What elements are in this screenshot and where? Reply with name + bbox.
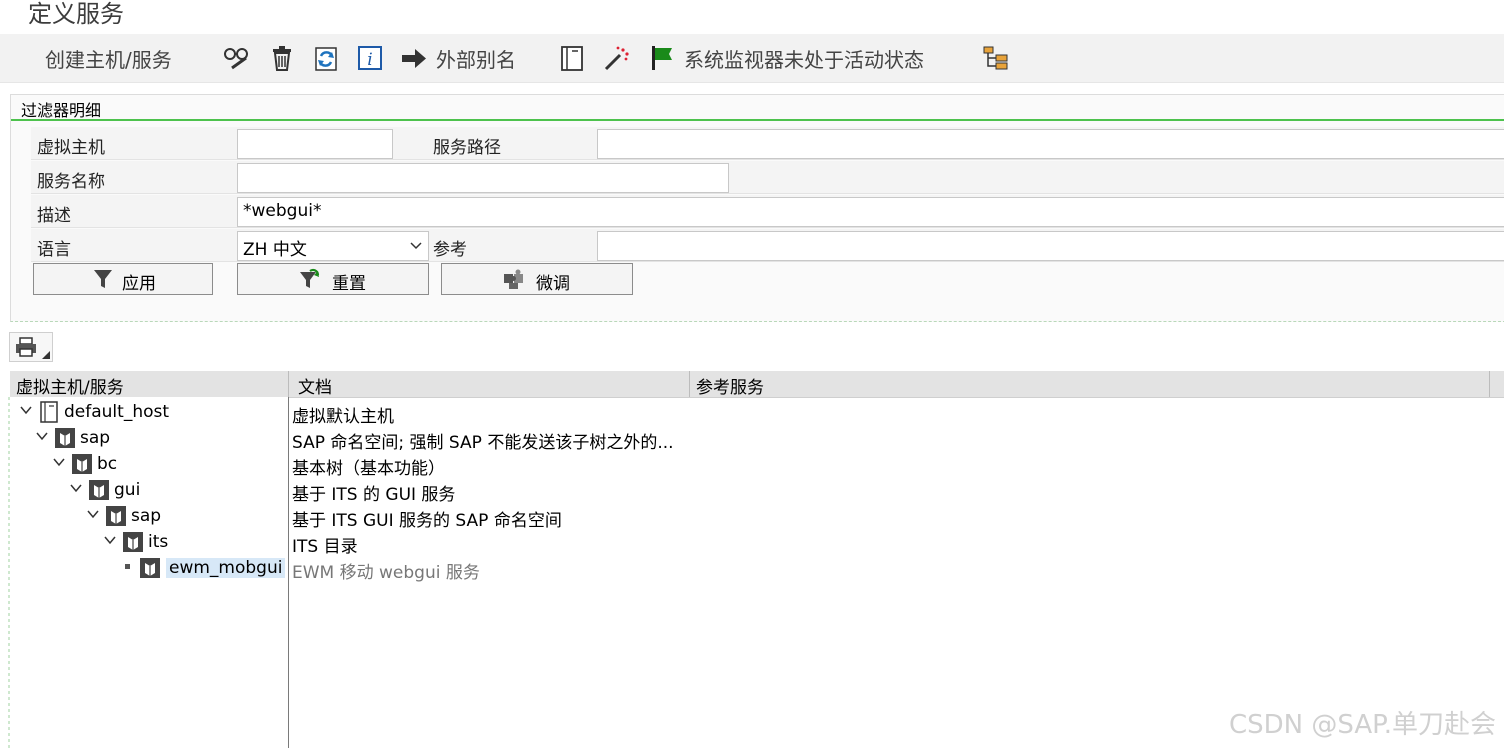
service-path-label: 服务路径 (433, 138, 501, 158)
tree-node-label: sap (80, 428, 111, 448)
tree-table-header: 虚拟主机/服务 文档 参考服务 (10, 371, 1504, 398)
apply-button-label: 应用 (122, 274, 156, 294)
column-resize-handle[interactable] (689, 371, 690, 397)
dropdown-triangle-icon[interactable] (42, 351, 50, 359)
finetune-button[interactable]: 微调 (441, 263, 633, 295)
service-node-icon (106, 506, 126, 526)
print-button[interactable] (9, 332, 53, 362)
tree-node-bc[interactable]: bc (53, 452, 273, 476)
leaf-bullet-icon (125, 564, 130, 569)
service-name-input[interactable] (237, 163, 729, 193)
virtual-host-input[interactable] (237, 129, 393, 159)
service-node-icon (72, 454, 92, 474)
column-header-reference-service[interactable]: 参考服务 (696, 373, 764, 398)
row-description: 基于 ITS 的 GUI 服务 (292, 485, 456, 505)
row-description: ITS 目录 (292, 537, 358, 557)
language-selected-value: ZH 中文 (243, 240, 307, 260)
arrow-right-icon (402, 49, 426, 68)
chevron-down-icon[interactable] (36, 430, 48, 442)
reset-filter-icon (300, 268, 320, 288)
external-alias-button[interactable]: 外部别名 (436, 44, 516, 73)
row-description: 基本树（基本功能） (292, 459, 445, 479)
service-path-input[interactable] (597, 129, 1504, 159)
reference-label: 参考 (433, 240, 467, 260)
hierarchy-icon[interactable] (982, 44, 1010, 72)
filter-header: 过滤器明细 (11, 95, 1504, 121)
service-node-icon (89, 480, 109, 500)
chevron-down-icon[interactable] (410, 242, 422, 250)
magic-wand-icon[interactable] (602, 44, 630, 72)
green-flag-icon[interactable] (648, 44, 676, 72)
watermark: CSDN @SAP.单刀赴会 (1228, 710, 1496, 740)
tree-node-sap-sub[interactable]: sap (87, 504, 277, 528)
column-header-document[interactable]: 文档 (298, 373, 332, 398)
tree-node-label: default_host (64, 402, 170, 422)
column-resize-handle[interactable] (1489, 371, 1490, 397)
apply-button[interactable]: 应用 (33, 263, 213, 295)
host-document-icon[interactable] (558, 44, 586, 72)
svg-text:i: i (367, 50, 372, 70)
chevron-down-icon[interactable] (20, 404, 32, 416)
service-node-icon (55, 428, 75, 448)
chevron-down-icon[interactable] (87, 508, 99, 520)
language-label: 语言 (37, 240, 71, 260)
tree-node-sap[interactable]: sap (36, 426, 276, 450)
virtual-host-label: 虚拟主机 (37, 138, 105, 158)
row-description: 基于 ITS GUI 服务的 SAP 命名空间 (292, 511, 562, 531)
tree-node-label: its (148, 532, 169, 552)
page-title: 定义服务 (28, 0, 124, 28)
finetune-button-label: 微调 (536, 274, 570, 294)
tree-node-label-selected: ewm_mobgui (166, 558, 286, 578)
filter-header-label: 过滤器明细 (21, 101, 102, 120)
tree-node-label: bc (97, 454, 118, 474)
tree-node-ewm-mobgui[interactable]: ewm_mobgui (121, 556, 286, 580)
tree-node-label: sap (131, 506, 162, 526)
row-description: EWM 移动 webgui 服务 (292, 563, 480, 583)
tree-node-gui[interactable]: gui (70, 478, 270, 502)
reset-button-label: 重置 (332, 274, 366, 294)
tree-node-label: gui (114, 480, 141, 500)
delete-icon[interactable] (268, 44, 296, 72)
language-select[interactable]: ZH 中文 (237, 231, 429, 261)
chevron-down-icon[interactable] (104, 534, 116, 546)
tree-node-its[interactable]: its (104, 530, 274, 554)
filter-details-panel: 过滤器明细 虚拟主机 服务路径 服务名称 描述 *webgui* 语言 ZH 中… (10, 94, 1504, 322)
puzzle-icon (504, 269, 523, 289)
display-change-icon[interactable] (222, 44, 250, 72)
column-header-host-service[interactable]: 虚拟主机/服务 (16, 373, 124, 398)
row-description: 虚拟默认主机 (292, 407, 394, 427)
filter-icon (94, 270, 112, 288)
create-host-service-button[interactable]: 创建主机/服务 (45, 44, 172, 73)
column-resize-handle[interactable] (288, 371, 289, 397)
row-description: SAP 命名空间; 强制 SAP 不能发送该子树之外的... (292, 433, 674, 453)
info-icon[interactable]: i (356, 44, 384, 72)
service-leaf-icon (140, 558, 160, 578)
host-icon (40, 401, 58, 423)
refresh-icon[interactable] (312, 44, 340, 72)
reference-input[interactable] (597, 231, 1504, 261)
service-node-icon (123, 532, 143, 552)
chevron-down-icon[interactable] (53, 456, 65, 468)
application-toolbar: 创建主机/服务 i 外部别名 系统监视器未处于活动状态 (0, 34, 1504, 83)
printer-icon (16, 337, 36, 357)
tree-node-default-host[interactable]: default_host (20, 400, 280, 424)
description-label: 描述 (37, 206, 71, 226)
chevron-down-icon[interactable] (70, 482, 82, 494)
system-monitor-status: 系统监视器未处于活动状态 (684, 48, 924, 72)
service-name-label: 服务名称 (37, 172, 105, 192)
reset-button[interactable]: 重置 (237, 263, 429, 295)
description-input[interactable]: *webgui* (237, 197, 1504, 227)
